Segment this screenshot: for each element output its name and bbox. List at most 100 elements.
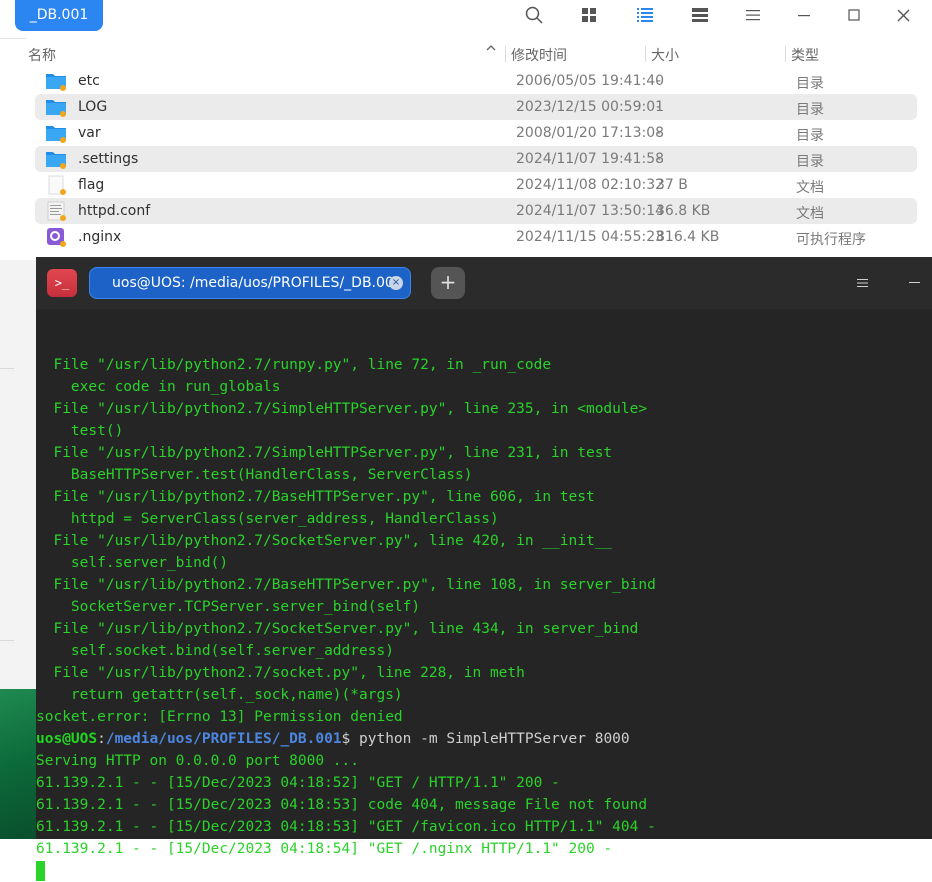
file-size: 816.4 KB [656,229,720,245]
file-modified: 2008/01/20 17:13:08 [516,125,665,141]
terminal-line: File "/usr/lib/python2.7/SocketServer.py… [36,533,613,549]
file-name: .settings [78,151,139,167]
terminal-line: 61.139.2.1 - - [15/Dec/2023 04:18:53] co… [36,797,648,813]
column-separator[interactable] [785,46,786,62]
file-type: 目录 [796,102,824,118]
grid-icon[interactable] [578,4,600,26]
terminal-minimize-icon[interactable] [909,282,920,283]
divider [0,640,14,641]
terminal-line: File "/usr/lib/python2.7/socket.py", lin… [36,665,525,681]
terminal-line: 61.139.2.1 - - [15/Dec/2023 04:18:53] "G… [36,819,656,835]
terminal-line: 61.139.2.1 - - [15/Dec/2023 04:18:54] "G… [36,841,613,857]
file-modified: 2023/12/15 00:59:01 [516,99,665,115]
file-modified: 2006/05/05 19:41:40 [516,73,665,89]
sort-ascending-icon[interactable] [485,42,497,58]
file-type: 文档 [796,180,824,196]
file-modified: 2024/11/08 02:10:32 [516,177,665,193]
terminal-titlebar: >_ uos@UOS: /media/uos/PROFILES/_DB.001 … [36,257,932,309]
terminal-window: >_ uos@UOS: /media/uos/PROFILES/_DB.001 … [36,257,932,881]
file-type: 可执行程序 [796,232,866,248]
file-name: httpd.conf [78,203,151,219]
terminal-line: httpd = ServerClass(server_address, Hand… [36,511,499,527]
terminal-tab[interactable]: uos@UOS: /media/uos/PROFILES/_DB.001 × [89,267,411,299]
terminal-line: exec code in run_globals [36,379,281,395]
text-document-icon [45,201,67,221]
column-header-type[interactable]: 类型 [791,45,819,65]
file-type: 文档 [796,206,824,222]
desktop-background [0,260,36,839]
prompt-user: uos@UOS [36,731,98,747]
folder-icon [45,149,67,169]
terminal-line: BaseHTTPServer.test(HandlerClass, Server… [36,467,473,483]
maximize-icon[interactable] [843,4,865,26]
file-type: 目录 [796,76,824,92]
column-separator[interactable] [505,46,506,62]
terminal-line: File "/usr/lib/python2.7/runpy.py", line… [36,357,552,373]
file-name: etc [78,73,100,89]
file-row[interactable]: var 2008/01/20 17:13:08- 目录 [35,120,917,146]
divider [0,368,14,369]
terminal-prompt-line: uos@UOS:/media/uos/PROFILES/_DB.001$ pyt… [36,728,932,750]
add-tab-button[interactable]: + [431,267,465,299]
list-icon[interactable] [634,4,656,26]
file-size: - [656,151,662,167]
document-icon [45,175,67,195]
terminal-line: File "/usr/lib/python2.7/BaseHTTPServer.… [36,489,595,505]
tab-current-folder[interactable]: _DB.001 [15,0,103,31]
wallpaper [0,689,36,839]
file-row[interactable]: etc 2006/05/05 19:41:40- 目录 [35,68,917,94]
terminal-line: Serving HTTP on 0.0.0.0 port 8000 ... [36,753,360,769]
file-list: etc 2006/05/05 19:41:40- 目录 LOG 2023/12/15 0… [35,68,917,250]
file-row[interactable]: httpd.conf 2024/11/07 13:50:14 36.8 KB 文档 [35,198,917,224]
terminal-line: test() [36,423,124,439]
close-icon[interactable] [892,4,914,26]
terminal-logo-icon: >_ [47,269,77,297]
terminal-line: File "/usr/lib/python2.7/SimpleHTTPServe… [36,445,613,461]
file-name: LOG [78,99,108,115]
file-name: .nginx [78,229,122,245]
prompt-path: /media/uos/PROFILES/_DB.001 [105,731,342,747]
terminal-line: 61.139.2.1 - - [15/Dec/2023 04:18:52] "G… [36,775,560,791]
terminal-line: self.socket.bind(self.server_address) [36,643,394,659]
prompt-symbol: $ [341,731,360,747]
column-header-row: 名称 修改时间 大小 类型 [0,38,932,70]
folder-icon [45,123,67,143]
file-row[interactable]: flag 2024/11/08 02:10:32 37 B 文档 [35,172,917,198]
file-type: 目录 [796,128,824,144]
folder-icon [45,71,67,91]
terminal-line: return getattr(self._sock,name)(*args) [36,687,403,703]
file-size: - [656,73,662,89]
terminal-line: SocketServer.TCPServer.server_bind(self) [36,599,421,615]
search-icon[interactable] [523,4,545,26]
file-row[interactable]: .settings 2024/11/07 19:41:58- 目录 [35,146,917,172]
terminal-line: File "/usr/lib/python2.7/SimpleHTTPServe… [36,401,648,417]
column-header-size[interactable]: 大小 [651,45,679,65]
folder-icon [45,97,67,117]
terminal-cursor [36,861,45,881]
file-size: 36.8 KB [656,203,711,219]
menu-icon[interactable] [742,4,764,26]
terminal-line: File "/usr/lib/python2.7/BaseHTTPServer.… [36,577,656,593]
file-type: 目录 [796,154,824,170]
prompt-separator: : [97,731,106,747]
terminal-menu-icon[interactable] [857,273,868,292]
minimize-icon[interactable] [793,4,815,26]
tree-icon[interactable] [689,4,711,26]
file-modified: 2024/11/07 19:41:58 [516,151,665,167]
terminal-line: File "/usr/lib/python2.7/SocketServer.py… [36,621,639,637]
column-header-modified[interactable]: 修改时间 [511,45,567,65]
file-name: var [78,125,101,141]
terminal-line: self.server_bind() [36,555,229,571]
executable-icon [45,227,67,247]
column-separator[interactable] [645,46,646,62]
file-modified: 2024/11/15 04:55:23 [516,229,665,245]
terminal-cursor-line [36,860,932,882]
file-row[interactable]: .nginx 2024/11/15 04:55:23 816.4 KB 可执行程序 [35,224,917,250]
column-header-name[interactable]: 名称 [28,45,56,65]
terminal-output[interactable]: File "/usr/lib/python2.7/runpy.py", line… [36,310,932,882]
file-row[interactable]: LOG 2023/12/15 00:59:01- 目录 [35,94,917,120]
file-modified: 2024/11/07 13:50:14 [516,203,665,219]
terminal-tab-title: uos@UOS: /media/uos/PROFILES/_DB.001 [112,275,403,291]
tab-close-icon[interactable]: × [389,276,403,290]
terminal-line: socket.error: [Errno 13] Permission deni… [36,709,403,725]
